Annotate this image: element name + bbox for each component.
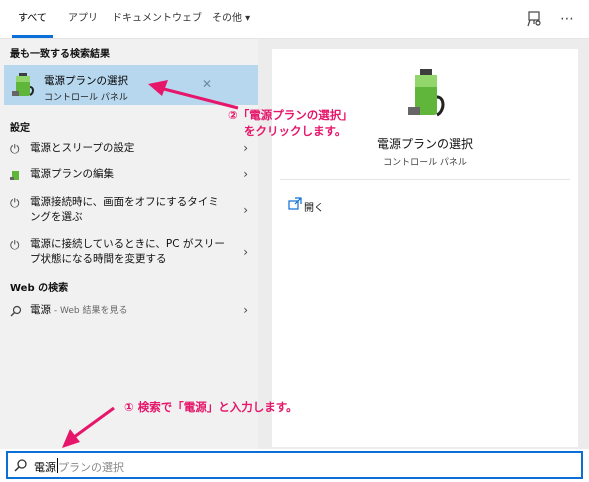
tab-all[interactable]: すべて	[12, 0, 53, 38]
tab-documents[interactable]: ドキュメント	[112, 0, 172, 38]
battery-plug-icon	[408, 69, 445, 117]
tab-more[interactable]: その他 ▾	[212, 0, 250, 38]
settings-item-edit-plan[interactable]: 電源プランの編集 ›	[4, 167, 258, 187]
feedback-icon[interactable]	[526, 10, 544, 28]
web-search-label: 電源 - Web 結果を見る	[30, 303, 127, 319]
divider	[280, 179, 570, 180]
chevron-right-icon: ›	[243, 203, 248, 217]
annotation-step2-line2: をクリックします。	[244, 124, 347, 138]
settings-item-label: 電源プランの編集	[30, 168, 114, 180]
tab-apps[interactable]: アプリ	[68, 0, 98, 38]
power-icon: ⏻	[10, 142, 20, 156]
settings-item-label: 電源接続時に、画面をオフにするタイミングを選ぶ	[30, 196, 219, 223]
best-match-subtitle: コントロール パネル	[44, 93, 128, 103]
annotation-step2-line1: ②「電源プランの選択」	[228, 108, 353, 122]
chevron-right-icon: ›	[243, 303, 248, 317]
chevron-right-icon: ›	[243, 245, 248, 259]
more-options-icon[interactable]: ⋯	[560, 10, 578, 28]
best-match-item[interactable]: 電源プランの選択 コントロール パネル ✕	[4, 65, 258, 105]
search-suggestion-text: プランの選択	[58, 461, 124, 474]
annotation-step1: ① 検索で「電源」と入力します。	[124, 400, 298, 414]
power-icon: ⏻	[10, 196, 20, 210]
settings-item-screen-off[interactable]: ⏻ 電源接続時に、画面をオフにするタイミングを選ぶ ›	[4, 195, 258, 229]
settings-item-label: 電源に接続しているときに、PC がスリープ状態になる時間を変更する	[30, 238, 225, 265]
search-icon	[14, 459, 27, 472]
chevron-right-icon: ›	[243, 167, 248, 181]
web-search-item[interactable]: 電源 - Web 結果を見る ›	[4, 303, 258, 323]
search-icon	[10, 305, 22, 317]
power-icon: ⏻	[10, 238, 20, 252]
settings-header: 設定	[10, 123, 30, 134]
settings-item-label: 電源とスリープの設定	[30, 142, 135, 154]
best-match-header: 最も一致する検索結果	[10, 49, 110, 60]
web-search-term: 電源	[30, 304, 51, 316]
best-match-title: 電源プランの選択	[44, 75, 128, 87]
settings-item-power-sleep[interactable]: ⏻ 電源とスリープの設定 ›	[4, 141, 258, 161]
search-typed-text: 電源	[34, 461, 56, 474]
search-input[interactable]: 電源 プランの選択	[6, 451, 583, 479]
chevron-right-icon: ›	[243, 141, 248, 155]
settings-item-sleep-time[interactable]: ⏻ 電源に接続しているときに、PC がスリープ状態になる時間を変更する ›	[4, 237, 258, 271]
search-tabs-bar: すべて アプリ ドキュメント ウェブ その他 ▾ ⋯	[0, 0, 589, 39]
tab-web[interactable]: ウェブ	[172, 0, 202, 38]
web-search-header: Web の検索	[10, 283, 69, 294]
preview-subtitle: コントロール パネル	[383, 158, 467, 168]
open-icon	[288, 197, 302, 210]
battery-plug-icon	[10, 171, 19, 180]
preview-pane: 電源プランの選択 コントロール パネル 開く	[258, 39, 589, 449]
open-action[interactable]: 開く	[304, 199, 324, 214]
battery-plug-icon	[12, 73, 34, 96]
close-icon[interactable]: ✕	[202, 77, 212, 91]
web-search-suffix: - Web 結果を見る	[51, 306, 128, 316]
results-pane: 最も一致する検索結果 電源プランの選択 コントロール パネル ✕ 設定 ⏻ 電源…	[0, 39, 258, 449]
